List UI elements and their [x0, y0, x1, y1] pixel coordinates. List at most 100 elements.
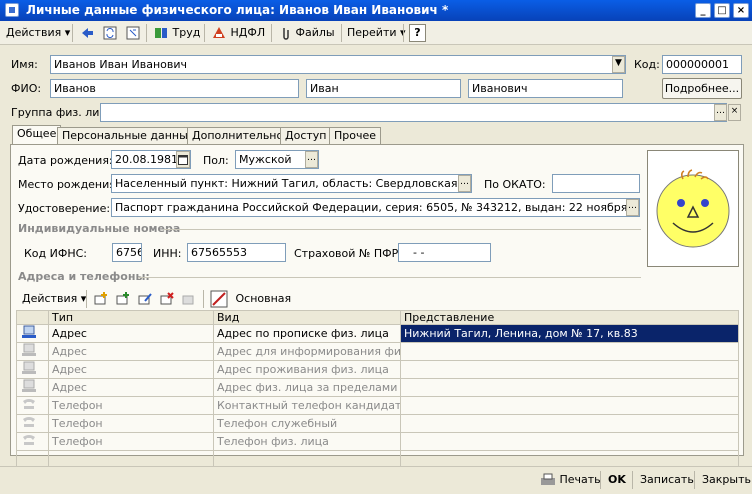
table-row[interactable]: Адрес Адрес проживания физ. лица [16, 360, 739, 379]
group-input[interactable] [100, 103, 727, 122]
okato-input[interactable] [552, 174, 640, 193]
row-kind-cell[interactable]: Адрес для информирования физ. ... [213, 342, 401, 361]
close-window-button[interactable]: × [733, 3, 749, 18]
numbers-section-title: Индивидуальные номера [18, 222, 181, 235]
table-row[interactable]: Адрес Адрес по прописке физ. лица Нижний Т… [16, 324, 739, 343]
row-type-cell[interactable]: Адрес [48, 378, 214, 397]
more-button[interactable]: Подробнее... [662, 78, 742, 99]
toolbar-separator [72, 24, 73, 42]
phone-icon [23, 399, 35, 409]
table-row[interactable]: Телефон Телефон физ. лица [16, 432, 739, 451]
addresses-actions-label: Действия [22, 292, 78, 305]
row-value-cell[interactable] [400, 378, 739, 397]
last-name-input[interactable]: Иванов [50, 79, 299, 98]
row-type-cell[interactable]: Телефон [48, 414, 214, 433]
pfr-input[interactable]: - - [398, 243, 491, 262]
row-type-cell[interactable]: Телефон [48, 396, 214, 415]
photo-frame[interactable] [647, 150, 739, 267]
row-type-cell[interactable]: Адрес [48, 324, 214, 343]
ok-button[interactable]: OK [608, 471, 626, 489]
ifns-input[interactable]: 6756 [112, 243, 142, 262]
birth-date-label: Дата рождения: [18, 154, 113, 167]
row-kind-cell[interactable]: Адрес по прописке физ. лица [213, 324, 401, 343]
ndfl-button[interactable]: НДФЛ [211, 24, 265, 42]
row-kind-cell[interactable]: Контактный телефон кандидата [213, 396, 401, 415]
row-value-cell[interactable] [400, 432, 739, 451]
row-kind-cell[interactable]: Телефон физ. лица [213, 432, 401, 451]
birthplace-input[interactable]: Населенный пункт: Нижний Тагил, область:… [111, 174, 472, 193]
code-input[interactable]: 000000001 [662, 55, 742, 74]
birthplace-label: Место рождения: [18, 178, 120, 191]
disabled-row-button[interactable] [181, 290, 197, 308]
group-select-button[interactable]: … [714, 104, 727, 121]
row-kind-cell[interactable]: Адрес физ. лица за пределами РФ [213, 378, 401, 397]
structure-button[interactable] [125, 24, 141, 42]
goto-menu[interactable]: Перейти ▾ [347, 24, 406, 42]
add-row-button[interactable] [93, 290, 109, 308]
pfr-label: Страховой № ПФР: [294, 247, 402, 260]
birthplace-select-button[interactable]: … [458, 175, 471, 192]
set-main-button[interactable]: Основная [210, 290, 291, 308]
ndfl-icon [213, 27, 225, 38]
empty-cell [213, 450, 401, 468]
table-row[interactable]: АдресАдрес для информирования физ. ... [16, 342, 739, 361]
calendar-icon [178, 155, 188, 165]
tab-other[interactable]: Прочее [329, 127, 382, 144]
edit-row-button[interactable] [137, 290, 153, 308]
name-input[interactable]: Иванов Иван Иванович [50, 55, 626, 74]
refresh-button[interactable] [102, 24, 118, 42]
tab-personal-data[interactable]: Персональные данные [57, 127, 200, 144]
group-clear-button[interactable]: × [728, 104, 741, 121]
help-button[interactable]: ? [409, 24, 426, 42]
row-type-cell[interactable]: Телефон [48, 432, 214, 451]
minimize-button[interactable]: _ [695, 3, 711, 18]
addresses-toolbar: Действия ▾ Основная [16, 288, 738, 309]
row-kind-cell[interactable]: Телефон служебный [213, 414, 401, 433]
row-icon-cell [16, 342, 49, 361]
id-document-input[interactable]: Паспорт гражданина Российской Федерации,… [111, 198, 640, 217]
back-button[interactable] [79, 24, 95, 42]
files-label: Файлы [295, 26, 335, 39]
actions-menu[interactable]: Действия ▾ [6, 24, 70, 42]
ifns-label: Код ИФНС: [24, 247, 87, 260]
middle-name-input[interactable]: Иванович [468, 79, 623, 98]
close-button[interactable]: Закрыть [702, 471, 751, 489]
sex-select-button[interactable]: … [305, 151, 318, 168]
trud-button[interactable]: Труд [153, 24, 200, 42]
row-value-cell[interactable] [400, 414, 739, 433]
row-value-cell[interactable] [400, 360, 739, 379]
id-document-select-button[interactable]: … [626, 199, 639, 216]
table-row[interactable]: Телефон Телефон служебный [16, 414, 739, 433]
phone-icon [23, 417, 35, 427]
tab-general[interactable]: Общее [12, 125, 62, 145]
first-name-input[interactable]: Иван [306, 79, 461, 98]
row-value-cell[interactable]: Нижний Тагил, Ленина, дом № 17, кв.83 [400, 324, 739, 343]
inn-input[interactable]: 67565553 [187, 243, 286, 262]
delete-row-button[interactable] [159, 290, 175, 308]
save-button[interactable]: Записать [640, 471, 694, 489]
column-header-kind[interactable]: Вид [213, 310, 401, 325]
row-value-cell[interactable] [400, 396, 739, 415]
tab-additional[interactable]: Дополнительно [187, 127, 289, 144]
empty-cell [48, 450, 214, 468]
print-button[interactable]: Печать [540, 471, 601, 489]
copy-row-button[interactable] [115, 290, 131, 308]
maximize-button[interactable]: □ [714, 3, 730, 18]
files-button[interactable]: Файлы [280, 24, 335, 42]
tab-access[interactable]: Доступ [280, 127, 332, 144]
calendar-button[interactable] [176, 151, 190, 168]
addresses-actions-menu[interactable]: Действия ▾ [22, 290, 86, 308]
row-kind-cell[interactable]: Адрес проживания физ. лица [213, 360, 401, 379]
trud-icon [155, 28, 167, 38]
column-header-type[interactable]: Тип [48, 310, 214, 325]
table-row[interactable]: Адрес Адрес физ. лица за пределами РФ [16, 378, 739, 397]
empty-cell [400, 450, 739, 468]
copy-row-icon [116, 292, 129, 305]
column-header-value[interactable]: Представление [400, 310, 739, 325]
table-row[interactable]: Телефон Контактный телефон кандидата [16, 396, 739, 415]
print-label: Печать [559, 473, 601, 486]
row-type-cell[interactable]: Адрес [48, 342, 214, 361]
row-type-cell[interactable]: Адрес [48, 360, 214, 379]
name-dropdown-button[interactable]: ▼ [612, 56, 625, 73]
row-value-cell[interactable] [400, 342, 739, 361]
